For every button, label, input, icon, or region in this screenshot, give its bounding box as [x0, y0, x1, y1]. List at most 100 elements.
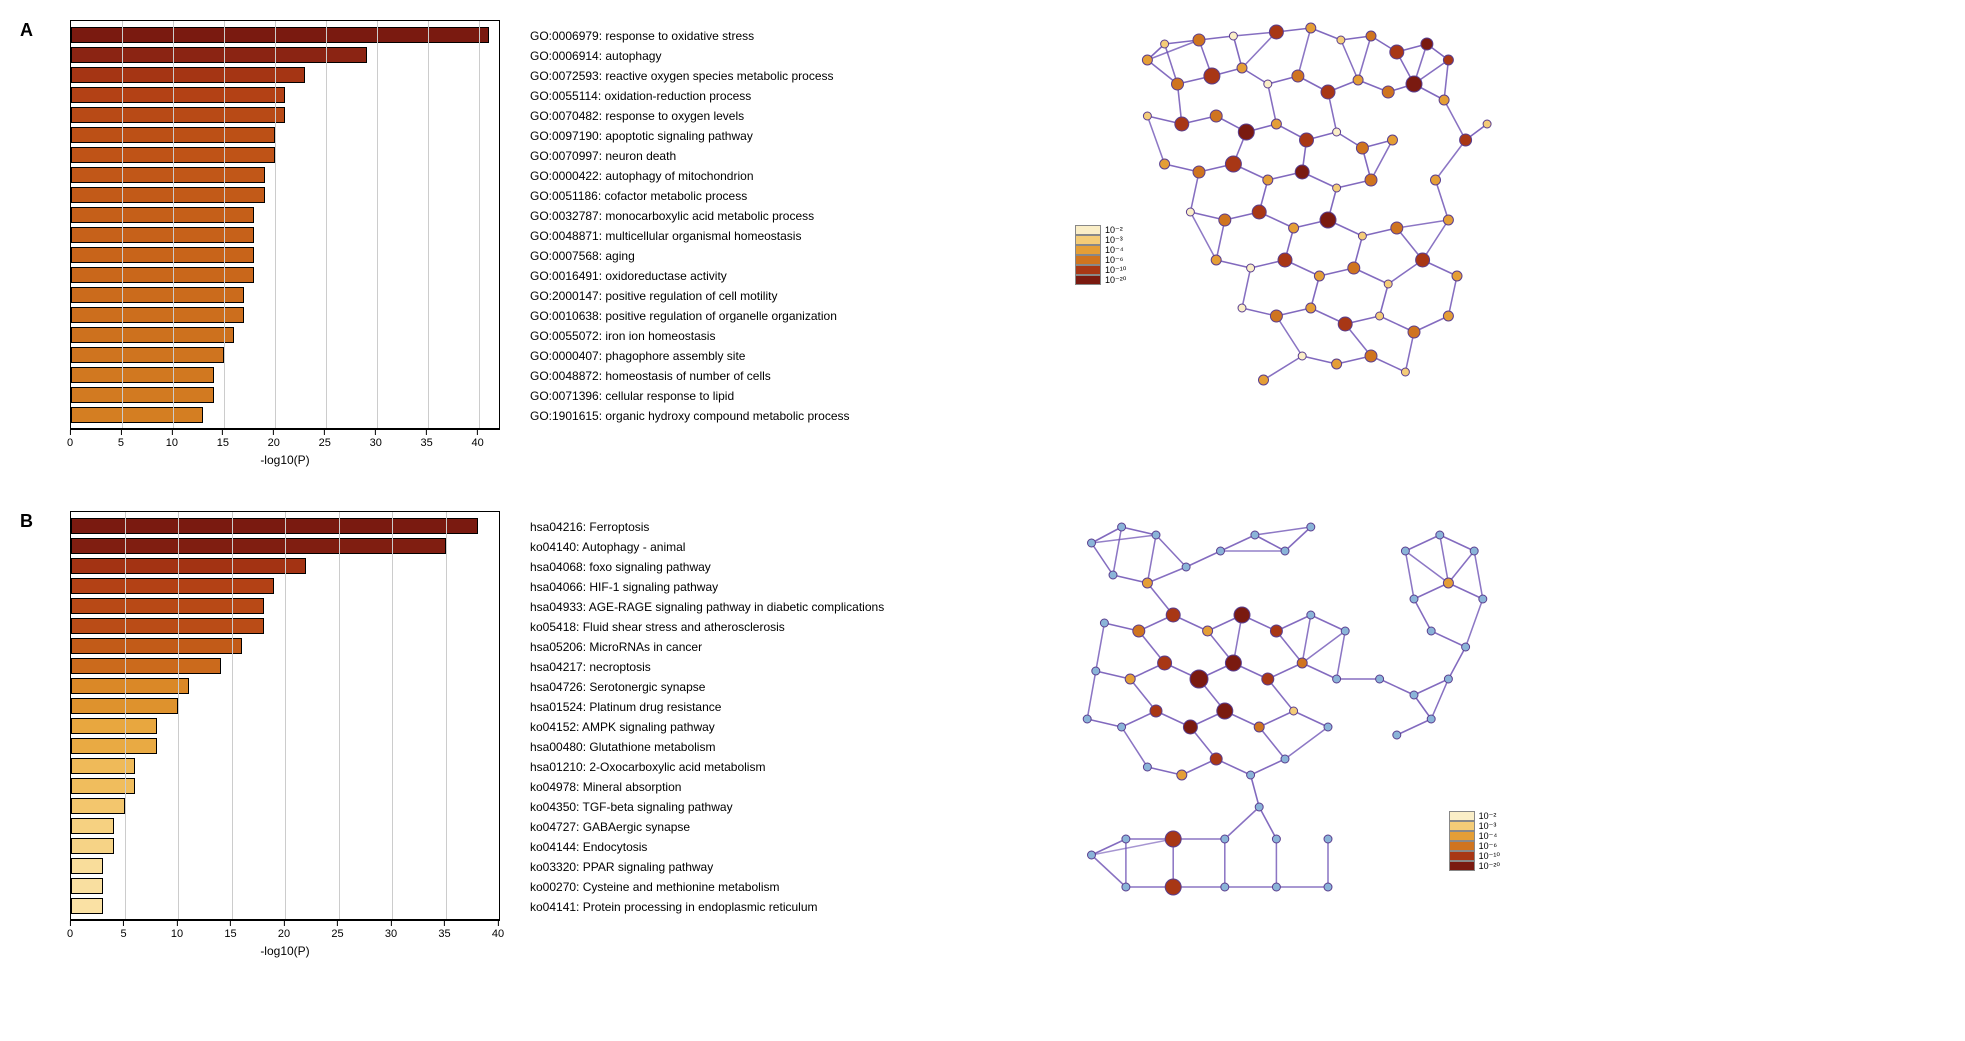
- bar-row: [71, 346, 499, 364]
- bar: [71, 187, 265, 203]
- x-tick: 25: [319, 430, 331, 449]
- network-node: [1125, 674, 1135, 684]
- legend-swatch: [1075, 275, 1101, 285]
- bar: [71, 167, 265, 183]
- bar: [71, 598, 264, 614]
- network-node: [1314, 271, 1324, 281]
- x-tick: 0: [67, 430, 73, 449]
- bar-row: [71, 266, 499, 284]
- legend-swatch: [1449, 811, 1475, 821]
- network-node: [1259, 375, 1269, 385]
- legend-label: 10⁻⁶: [1479, 841, 1500, 851]
- network-edge: [1337, 631, 1346, 679]
- panel-a-x-axis: 0510152025303540: [70, 429, 500, 455]
- network-node: [1390, 45, 1404, 59]
- network-node: [1270, 625, 1282, 637]
- x-tick: 20: [278, 921, 290, 940]
- network-node: [1118, 723, 1126, 731]
- network-edge: [1147, 567, 1186, 583]
- panel-b-barchart-wrap: 0510152025303540 -log10(P): [70, 511, 500, 962]
- panel-b-network: 10⁻²10⁻³10⁻⁴10⁻⁶10⁻¹⁰10⁻²⁰: [1070, 511, 1500, 911]
- network-edge: [1264, 356, 1303, 380]
- network-node: [1376, 675, 1384, 683]
- network-node: [1410, 691, 1418, 699]
- network-node: [1160, 159, 1170, 169]
- network-edge: [1092, 543, 1114, 575]
- network-edge: [1092, 535, 1157, 543]
- network-edge: [1251, 759, 1285, 775]
- panel-b-label: B: [20, 511, 40, 532]
- bar: [71, 818, 114, 834]
- network-edge: [1225, 807, 1259, 839]
- network-edge: [1436, 180, 1449, 220]
- term-label: hsa00480: Glutathione metabolism: [530, 737, 884, 757]
- network-node: [1142, 55, 1152, 65]
- network-node: [1365, 174, 1377, 186]
- network-edge: [1087, 719, 1121, 727]
- network-node: [1292, 70, 1304, 82]
- bar-row: [71, 797, 499, 815]
- term-label: GO:0006914: autophagy: [530, 46, 850, 66]
- network-edge: [1431, 631, 1465, 647]
- bar-row: [71, 66, 499, 84]
- network-node: [1122, 835, 1130, 843]
- x-tick: 40: [471, 430, 483, 449]
- term-label: GO:0097190: apoptotic signaling pathway: [530, 126, 850, 146]
- network-node: [1306, 23, 1316, 33]
- network-node: [1365, 350, 1377, 362]
- x-tick: 35: [421, 430, 433, 449]
- bar-row: [71, 557, 499, 575]
- network-node: [1452, 271, 1462, 281]
- term-label: GO:0055114: oxidation-reduction process: [530, 86, 850, 106]
- bar-row: [71, 697, 499, 715]
- network-node: [1165, 831, 1181, 847]
- bar: [71, 878, 103, 894]
- network-node: [1152, 531, 1160, 539]
- bar: [71, 518, 478, 534]
- bar: [71, 658, 221, 674]
- network-edge: [1087, 671, 1096, 719]
- term-label: hsa04216: Ferroptosis: [530, 517, 884, 537]
- network-node: [1255, 803, 1263, 811]
- bar: [71, 738, 157, 754]
- network-node: [1247, 264, 1255, 272]
- network-node: [1443, 55, 1453, 65]
- network-node: [1353, 75, 1363, 85]
- network-edge: [1147, 116, 1164, 164]
- network-edge: [1371, 140, 1393, 180]
- panel-a-x-label: -log10(P): [70, 453, 500, 471]
- network-node: [1356, 142, 1368, 154]
- term-label: ko00270: Cysteine and methionine metabol…: [530, 877, 884, 897]
- legend-swatch: [1075, 265, 1101, 275]
- network-edge: [1092, 839, 1174, 855]
- network-node: [1324, 883, 1332, 891]
- network-edge: [1255, 535, 1285, 551]
- network-node: [1391, 222, 1403, 234]
- bar: [71, 578, 274, 594]
- network-node: [1431, 175, 1441, 185]
- term-label: GO:0055072: iron ion homeostasis: [530, 326, 850, 346]
- legend-swatch: [1449, 821, 1475, 831]
- network-node: [1444, 675, 1452, 683]
- legend-label: 10⁻⁴: [1479, 831, 1500, 841]
- network-node: [1083, 715, 1091, 723]
- network-node: [1324, 835, 1332, 843]
- bar: [71, 798, 125, 814]
- network-node: [1272, 835, 1280, 843]
- term-label: GO:0071396: cellular response to lipid: [530, 386, 850, 406]
- network-edge: [1448, 583, 1482, 599]
- network-edge: [1302, 663, 1336, 679]
- network-node: [1384, 280, 1392, 288]
- network-node: [1462, 643, 1470, 651]
- legend-label: 10⁻⁴: [1105, 245, 1126, 255]
- bar-row: [71, 366, 499, 384]
- legend-swatch: [1449, 841, 1475, 851]
- network-node: [1143, 112, 1151, 120]
- network-node: [1221, 835, 1229, 843]
- network-edge: [1436, 140, 1466, 180]
- bar: [71, 107, 285, 123]
- network-node: [1225, 655, 1241, 671]
- bar: [71, 838, 114, 854]
- network-node: [1443, 311, 1453, 321]
- network-node: [1376, 312, 1384, 320]
